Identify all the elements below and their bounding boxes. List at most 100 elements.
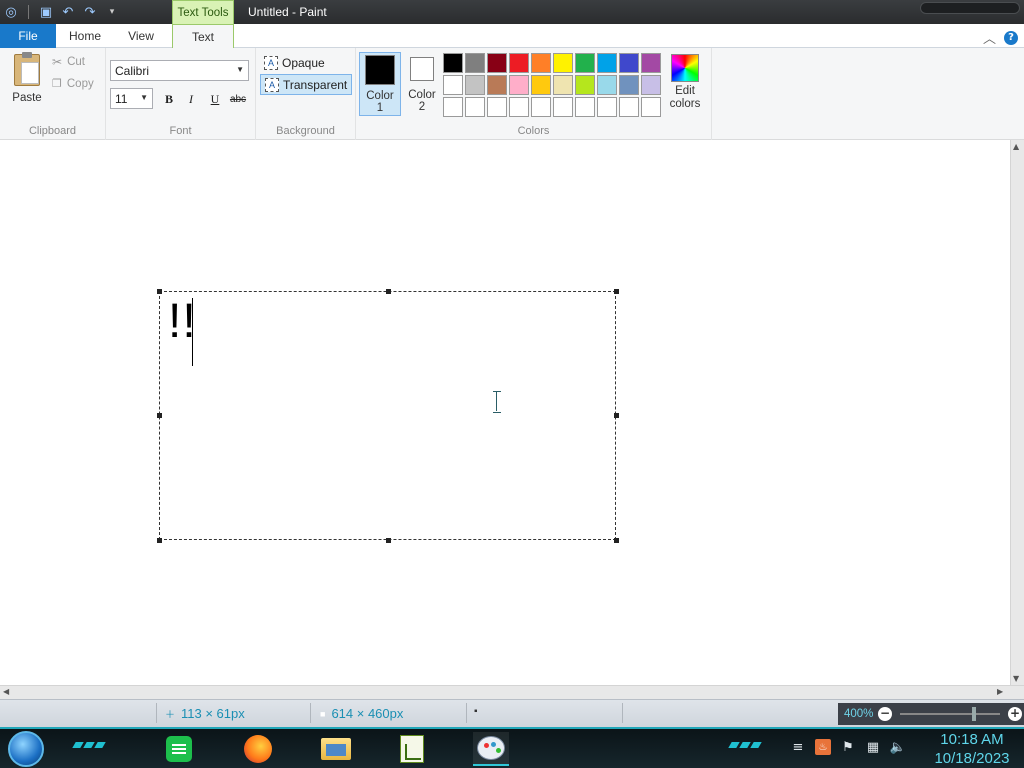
taskbar-firefox[interactable] — [240, 732, 276, 766]
palette-swatch[interactable] — [487, 53, 507, 73]
palette-swatch[interactable] — [575, 75, 595, 95]
tab-file[interactable]: File — [0, 24, 56, 48]
palette-swatch[interactable] — [641, 53, 661, 73]
palette-swatch[interactable] — [465, 53, 485, 73]
font-size-value: 11 — [115, 91, 128, 106]
palette-swatch[interactable] — [465, 75, 485, 95]
paste-button[interactable]: Paste — [8, 52, 46, 106]
paint-app-icon[interactable]: ◎ — [2, 3, 20, 21]
font-size-select[interactable]: 11 ▼ — [110, 88, 153, 109]
palette-swatch[interactable] — [487, 97, 507, 117]
resize-handle-n[interactable] — [386, 289, 391, 294]
palette-swatch[interactable] — [509, 53, 529, 73]
opaque-option[interactable]: A Opaque — [260, 52, 329, 73]
window-controls[interactable] — [920, 2, 1020, 14]
transparent-label: Transparent — [283, 77, 348, 92]
palette-swatch[interactable] — [465, 97, 485, 117]
palette-swatch[interactable] — [553, 53, 573, 73]
save-icon[interactable]: ▣ — [37, 3, 55, 21]
taskbar-sheets-app[interactable] — [161, 732, 197, 766]
palette-swatch[interactable] — [597, 97, 617, 117]
resize-handle-ne[interactable] — [614, 289, 619, 294]
firefox-icon — [244, 735, 272, 763]
resize-handle-nw[interactable] — [157, 289, 162, 294]
customize-qat-icon[interactable]: ▾ — [103, 3, 121, 21]
horizontal-scrollbar[interactable]: ◀ ▶ — [0, 685, 1024, 699]
redo-icon[interactable]: ↷ — [81, 3, 99, 21]
status-bar: ＋ 113 × 61px ■ 614 × 460px ▪ 400% − + — [0, 699, 1024, 727]
palette-swatch[interactable] — [531, 75, 551, 95]
palette-swatch[interactable] — [531, 97, 551, 117]
volume-icon[interactable]: 🔈 — [890, 739, 906, 755]
scroll-left-icon[interactable]: ◀ — [3, 687, 9, 696]
palette-swatch[interactable] — [619, 53, 639, 73]
color1-button[interactable]: Color 1 — [359, 52, 401, 116]
font-family-select[interactable]: Calibri ▼ — [110, 60, 249, 81]
palette-swatch[interactable] — [553, 75, 573, 95]
file-size: ▪ — [474, 706, 478, 717]
bold-button[interactable]: B — [160, 91, 178, 107]
help-icon[interactable]: ? — [1004, 30, 1018, 45]
taskbar-chart-app[interactable] — [394, 732, 430, 766]
text-caret — [192, 298, 193, 366]
resize-handle-e[interactable] — [614, 413, 619, 418]
color2-button[interactable]: Color 2 — [401, 52, 443, 116]
taskbar-clock[interactable]: 10:18 AM 10/18/2023 — [932, 730, 1012, 768]
transparent-option[interactable]: A Transparent — [260, 74, 353, 95]
scroll-up-icon[interactable]: ▲ — [1013, 142, 1019, 151]
palette-swatch[interactable] — [509, 97, 529, 117]
palette-swatch[interactable] — [619, 97, 639, 117]
java-icon[interactable]: ♨ — [815, 739, 831, 755]
palette-swatch[interactable] — [443, 75, 463, 95]
tab-text[interactable]: Text — [172, 24, 234, 49]
zoom-out-button[interactable]: − — [878, 707, 892, 721]
network-icon[interactable]: ▦ — [865, 739, 881, 755]
cursor-position-value: 113 × 61px — [181, 706, 245, 721]
tab-view[interactable]: View — [114, 24, 168, 48]
resize-handle-se[interactable] — [614, 538, 619, 543]
palette-swatch[interactable] — [553, 97, 573, 117]
palette-swatch[interactable] — [443, 97, 463, 117]
taskbar-paint[interactable] — [473, 732, 509, 766]
start-orb-icon[interactable] — [8, 731, 44, 767]
zoom-slider[interactable] — [900, 707, 1000, 721]
italic-button[interactable]: I — [182, 91, 200, 107]
taskbar-file-explorer[interactable] — [318, 732, 354, 766]
show-hidden-icons-icon[interactable]: ≡ — [790, 739, 806, 755]
colors-group-label: Colors — [517, 125, 550, 137]
palette-swatch[interactable] — [443, 53, 463, 73]
canvas-area[interactable]: !! — [0, 140, 1010, 685]
palette-swatch[interactable] — [597, 75, 617, 95]
strikethrough-button[interactable]: abc — [229, 91, 247, 107]
taskbar: ≡ ♨ ⚑ ▦ 🔈 10:18 AM 10/18/2023 — [0, 727, 1024, 768]
palette-swatch[interactable] — [575, 97, 595, 117]
scroll-right-icon[interactable]: ▶ — [997, 687, 1003, 696]
undo-icon[interactable]: ↶ — [59, 3, 77, 21]
edit-colors-button[interactable]: Edit colors — [666, 54, 704, 111]
zoom-in-button[interactable]: + — [1008, 707, 1022, 721]
scroll-down-icon[interactable]: ▼ — [1013, 674, 1019, 683]
palette-swatch[interactable] — [575, 53, 595, 73]
vertical-scrollbar[interactable]: ▲ ▼ — [1010, 140, 1024, 685]
paste-label: Paste — [12, 92, 42, 104]
copy-button[interactable]: ❐ Copy — [52, 77, 94, 90]
minimize-ribbon-icon[interactable]: ︿ — [983, 28, 996, 47]
palette-swatch[interactable] — [487, 75, 507, 95]
palette-swatch[interactable] — [509, 75, 529, 95]
tab-home[interactable]: Home — [56, 24, 114, 48]
text-box[interactable]: !! — [157, 289, 619, 543]
palette-swatch[interactable] — [641, 97, 661, 117]
palette-swatch[interactable] — [619, 75, 639, 95]
action-center-flag-icon[interactable]: ⚑ — [840, 739, 856, 755]
palette-swatch[interactable] — [641, 75, 661, 95]
color2-swatch — [410, 57, 434, 81]
palette-swatch[interactable] — [597, 53, 617, 73]
resize-handle-sw[interactable] — [157, 538, 162, 543]
zoom-slider-thumb[interactable] — [972, 707, 976, 721]
resize-handle-w[interactable] — [157, 413, 162, 418]
cut-button[interactable]: ✂ Cut — [52, 55, 85, 69]
palette-swatch[interactable] — [531, 53, 551, 73]
chevron-down-icon: ▼ — [140, 93, 148, 102]
resize-handle-s[interactable] — [386, 538, 391, 543]
underline-button[interactable]: U — [206, 91, 224, 107]
